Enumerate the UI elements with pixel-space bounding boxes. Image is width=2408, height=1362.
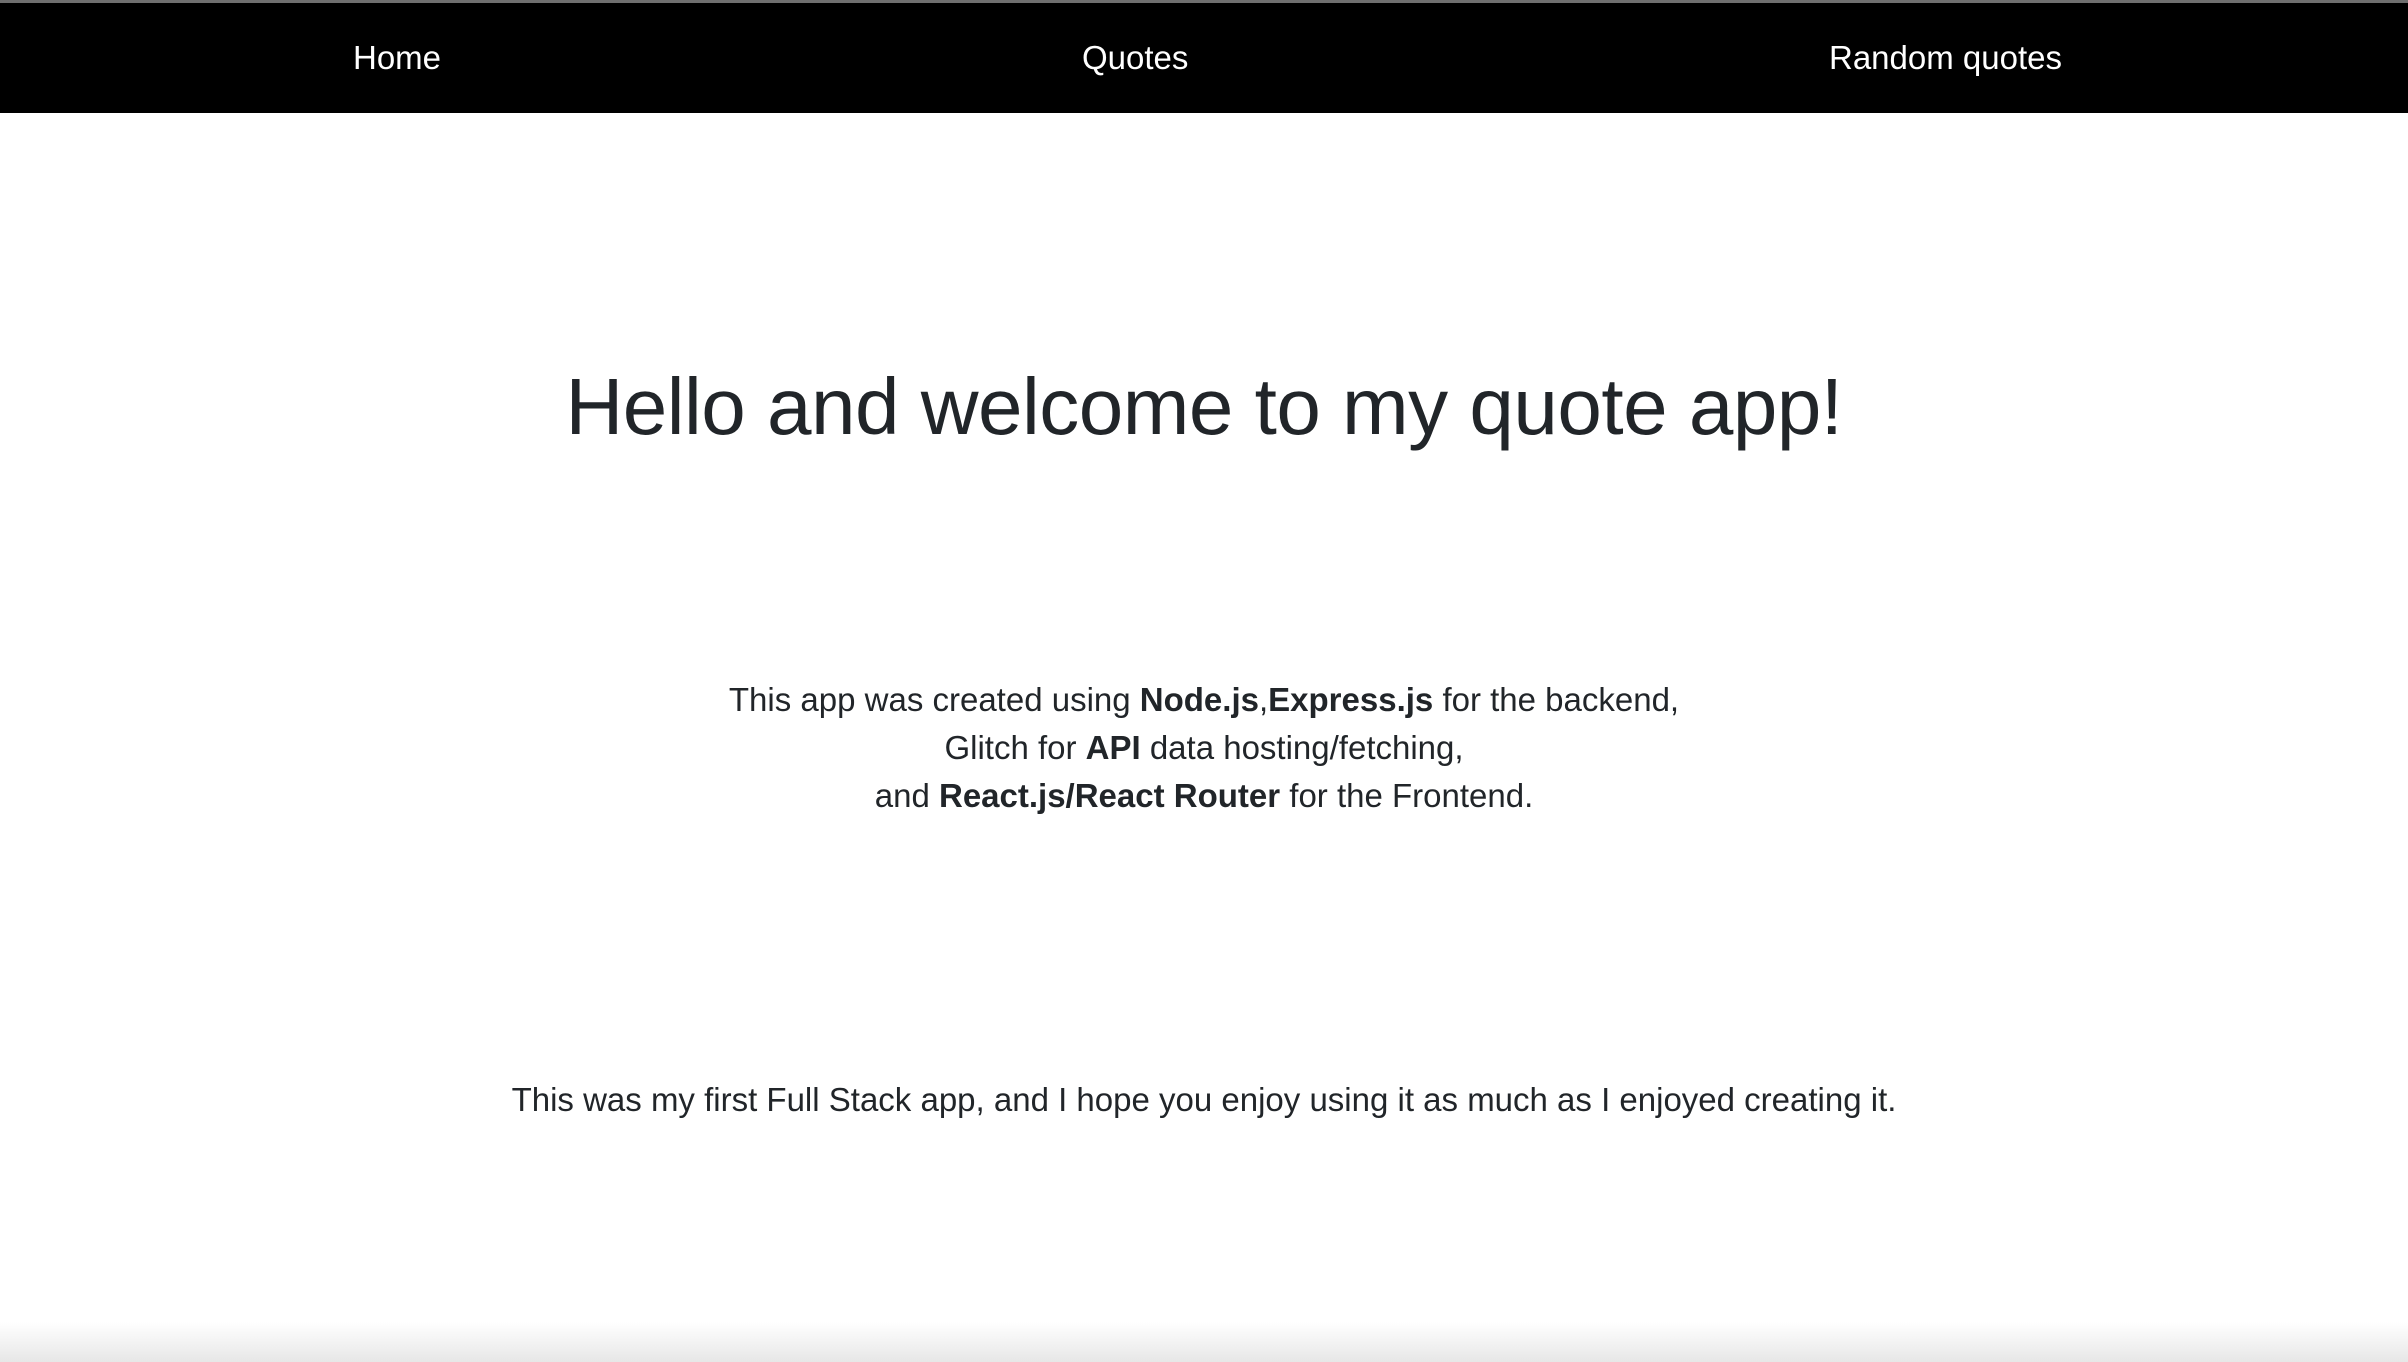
text-segment: for the Frontend. (1280, 777, 1534, 814)
bottom-shadow (0, 1322, 2408, 1362)
nav-link-quotes[interactable]: Quotes (1082, 3, 1188, 113)
tech-line-frontend: and React.js/React Router for the Fronte… (0, 772, 2408, 820)
text-segment: for the backend, (1433, 681, 1680, 718)
tech-expressjs: Express.js (1268, 681, 1434, 718)
tech-line-backend: This app was created using Node.js,Expre… (0, 676, 2408, 724)
nav-link-random-quotes[interactable]: Random quotes (1829, 3, 2062, 113)
tech-react: React.js/React Router (938, 777, 1281, 814)
text-segment: Glitch for (944, 729, 1086, 766)
text-segment: data hosting/fetching, (1140, 729, 1464, 766)
text-segment: and (874, 777, 939, 814)
navbar: Home Quotes Random quotes (0, 3, 2408, 113)
page-title: Hello and welcome to my quote app! (565, 362, 1843, 451)
tech-nodejs: Node.js (1139, 681, 1259, 718)
tech-stack-description: This app was created using Node.js,Expre… (0, 676, 2408, 820)
tech-api: API (1085, 729, 1141, 766)
closing-message: This was my first Full Stack app, and I … (511, 1081, 1897, 1118)
text-segment: This app was created using (728, 681, 1140, 718)
text-separator: , (1258, 681, 1269, 718)
nav-link-home[interactable]: Home (353, 3, 441, 113)
tech-line-api: Glitch for API data hosting/fetching, (0, 724, 2408, 772)
